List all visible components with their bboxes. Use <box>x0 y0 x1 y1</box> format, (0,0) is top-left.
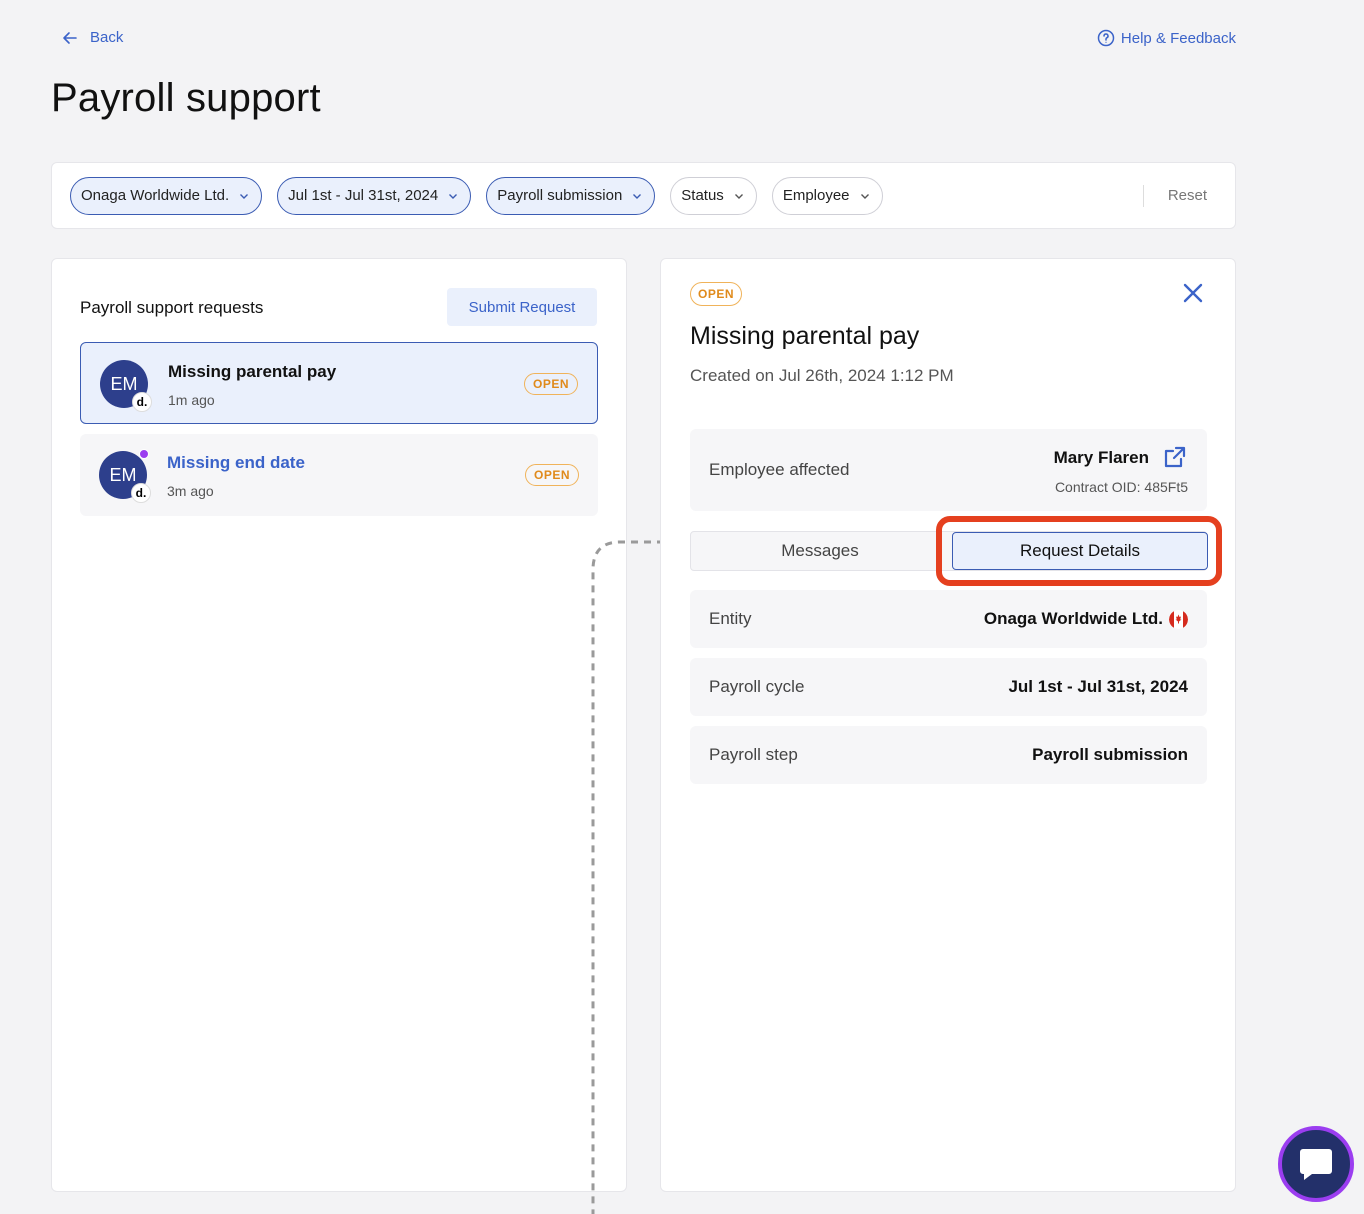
chat-button[interactable] <box>1278 1126 1354 1202</box>
chevron-down-icon <box>240 193 249 199</box>
filter-status-label: Status <box>681 187 724 204</box>
detail-title: Missing parental pay <box>690 322 920 350</box>
chat-bubble-icon <box>1300 1149 1332 1180</box>
detail-created: Created on Jul 26th, 2024 1:12 PM <box>690 366 954 385</box>
chevron-down-icon <box>449 193 458 199</box>
reset-wrap: Reset <box>1142 163 1235 228</box>
help-feedback-link[interactable]: Help & Feedback <box>1097 29 1236 47</box>
request-time: 1m ago <box>168 392 215 408</box>
avatar: EM d. <box>99 449 151 503</box>
filter-date-range[interactable]: Jul 1st - Jul 31st, 2024 <box>277 176 472 215</box>
contract-oid: Contract OID: 485Ft5 <box>1054 479 1188 495</box>
filter-employee[interactable]: Employee <box>771 176 883 215</box>
status-badge: OPEN <box>690 282 743 306</box>
filter-bar: Onaga Worldwide Ltd. Jul 1st - Jul 31st,… <box>51 162 1236 229</box>
canada-flag-icon <box>1169 609 1188 629</box>
list-item[interactable]: EM d. Missing parental pay 1m ago OPEN <box>80 342 598 424</box>
filter-status[interactable]: Status <box>670 176 757 215</box>
filter-payroll-step[interactable]: Payroll submission <box>486 176 656 215</box>
filter-entity[interactable]: Onaga Worldwide Ltd. <box>70 176 263 215</box>
filter-payroll-step-label: Payroll submission <box>497 187 623 204</box>
employee-affected-card: Employee affected Mary Flaren Contract O… <box>690 429 1207 511</box>
status-badge: OPEN <box>523 373 578 395</box>
external-link-icon[interactable] <box>1163 445 1187 469</box>
page-title: Payroll support <box>51 76 321 120</box>
filter-entity-label: Onaga Worldwide Ltd. <box>81 187 230 204</box>
filter-date-range-label: Jul 1st - Jul 31st, 2024 <box>288 187 439 204</box>
request-time: 3m ago <box>167 483 214 499</box>
reset-button[interactable]: Reset <box>1168 187 1207 204</box>
row-value: Payroll submission <box>1032 745 1188 764</box>
row-value: Onaga Worldwide Ltd. <box>984 609 1188 629</box>
detail-row-payroll-cycle: Payroll cycle Jul 1st - Jul 31st, 2024 <box>690 658 1207 716</box>
detail-row-entity: Entity Onaga Worldwide Ltd. <box>690 590 1207 648</box>
back-label: Back <box>90 29 124 46</box>
request-detail-panel: OPEN Missing parental pay Created on Jul… <box>660 258 1236 1192</box>
row-label: Payroll cycle <box>709 677 805 696</box>
request-title: Missing parental pay <box>168 362 337 381</box>
tab-messages[interactable]: Messages <box>691 532 949 570</box>
avatar-initials: EM <box>109 464 137 485</box>
list-item[interactable]: EM d. Missing end date 3m ago OPEN <box>80 434 598 516</box>
employee-name: Mary Flaren <box>1053 448 1149 467</box>
filter-employee-label: Employee <box>782 187 850 204</box>
help-circle-icon <box>1097 29 1115 47</box>
unread-dot <box>139 449 149 459</box>
row-value-text: Onaga Worldwide Ltd. <box>983 609 1163 628</box>
row-value: Jul 1st - Jul 31st, 2024 <box>1008 677 1188 696</box>
requests-title: Payroll support requests <box>80 298 264 317</box>
requests-panel: Payroll support requests Submit Request … <box>51 258 627 1192</box>
detail-row-payroll-step: Payroll step Payroll submission <box>690 726 1207 784</box>
chevron-down-icon <box>860 193 869 199</box>
submit-request-button[interactable]: Submit Request <box>447 288 597 326</box>
help-label: Help & Feedback <box>1120 29 1236 47</box>
close-icon[interactable] <box>1181 281 1205 305</box>
row-label: Payroll step <box>709 745 798 764</box>
request-title: Missing end date <box>167 453 305 472</box>
divider <box>1142 184 1144 207</box>
row-label: Entity <box>709 609 752 628</box>
detail-tabs: Messages Request Details <box>690 531 1208 571</box>
chevron-down-icon <box>633 193 642 199</box>
tab-request-details[interactable]: Request Details <box>952 532 1208 570</box>
avatar-badge: d. <box>131 483 151 503</box>
arrow-left-icon <box>63 31 77 44</box>
employee-label: Employee affected <box>709 460 850 479</box>
avatar-badge: d. <box>132 392 152 412</box>
status-badge: OPEN <box>524 464 579 486</box>
avatar: EM d. <box>100 360 152 412</box>
avatar-initials: EM <box>110 373 138 394</box>
back-link[interactable]: Back <box>62 29 123 46</box>
chevron-down-icon <box>734 193 743 199</box>
